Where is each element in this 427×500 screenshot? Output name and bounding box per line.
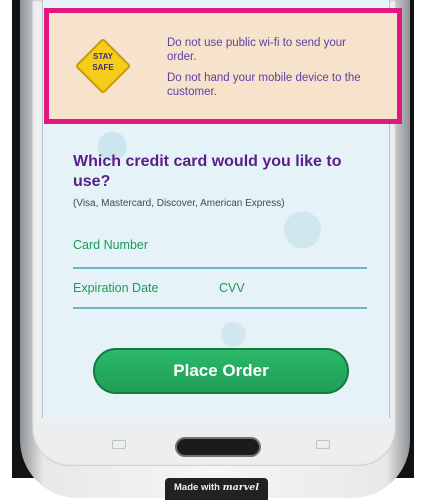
back-key-icon[interactable] [316,440,330,449]
warning-message: Do not use public wi-fi to send your ord… [167,36,367,106]
place-order-button[interactable]: Place Order [93,348,349,394]
card-number-field[interactable]: Card Number [73,238,148,252]
stay-safe-sign-label: STAY SAFE [92,52,114,72]
home-button[interactable] [175,437,261,457]
stay-safe-warning-banner: STAY SAFE Do not use public wi-fi to sen… [44,8,402,124]
marvel-logo: marvel [222,482,259,493]
made-with-label: Made with [174,482,223,493]
card-number-underline [73,267,367,269]
warning-line-public-wifi: Do not use public wi-fi to send your ord… [167,37,346,63]
accepted-cards-hint: (Visa, Mastercard, Discover, American Ex… [73,198,285,209]
recent-apps-key-icon[interactable] [112,440,126,449]
made-with-marvel-badge[interactable]: Made with marvel [165,478,268,500]
expiration-cvv-underline [73,307,367,309]
cvv-field[interactable]: CVV [219,281,245,295]
stay-safe-sign-icon: STAY SAFE [74,37,132,95]
expiration-date-field[interactable]: Expiration Date [73,281,158,295]
card-question-heading: Which credit card would you like to use? [73,153,342,190]
warning-line-mobile-device: Do not hand your mobile device to the cu… [167,72,361,98]
